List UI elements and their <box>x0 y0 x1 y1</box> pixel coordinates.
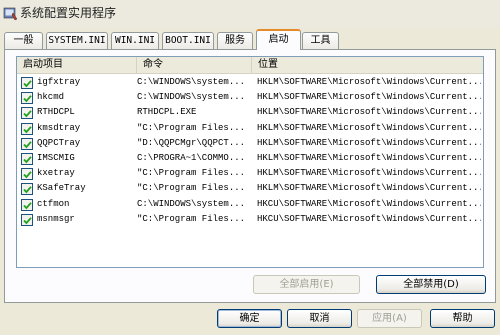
list-row[interactable]: msnmsgr "C:\Program Files... HKCU\SOFTWA… <box>17 212 483 227</box>
item-command: C:\WINDOWS\system... <box>137 198 246 209</box>
item-location: HKLM\SOFTWARE\Microsoft\Windows\Current.… <box>257 107 481 118</box>
column-header-command[interactable]: 命令 <box>137 57 252 74</box>
list-row[interactable]: RTHDCPL RTHDCPL.EXE HKLM\SOFTWARE\Micros… <box>17 105 483 120</box>
checkbox[interactable] <box>21 183 33 196</box>
item-name: KSafeTray <box>37 183 86 194</box>
item-name: IMSCMIG <box>37 152 75 163</box>
item-command: C:\WINDOWS\system... <box>137 77 246 87</box>
item-location: HKLM\SOFTWARE\Microsoft\Windows\Current.… <box>257 92 481 103</box>
item-name: kmsdtray <box>37 122 81 133</box>
tab-tools[interactable]: 工具 <box>302 32 339 49</box>
item-name: QQPCTray <box>37 137 81 148</box>
list-header: 启动项目 命令 位置 <box>17 57 483 74</box>
tab-strip: 一般 SYSTEM.INI WIN.INI BOOT.INI 服务 启动 工具 <box>4 29 496 50</box>
checkbox[interactable] <box>21 107 33 120</box>
item-command: C:\WINDOWS\system... <box>137 92 246 103</box>
checkbox[interactable] <box>21 92 33 105</box>
item-name: hkcmd <box>37 92 65 103</box>
item-command: "C:\Program Files... <box>137 183 246 194</box>
enable-all-button[interactable]: 全部启用(E) <box>253 275 360 294</box>
item-name: RTHDCPL <box>37 107 75 118</box>
startup-list[interactable]: 启动项目 命令 位置 igfxtray C:\WINDOWS\system...… <box>16 56 484 268</box>
disable-all-button[interactable]: 全部禁用(D) <box>376 275 486 294</box>
tab-general[interactable]: 一般 <box>4 32 43 49</box>
item-location: HKLM\SOFTWARE\Microsoft\Windows\Current.… <box>257 152 481 163</box>
item-location: HKLM\SOFTWARE\Microsoft\Windows\Current.… <box>257 77 481 87</box>
msconfig-app-icon <box>3 6 18 21</box>
list-rows: igfxtray C:\WINDOWS\system... HKLM\SOFTW… <box>17 75 483 227</box>
checkbox[interactable] <box>21 77 33 89</box>
item-name: ctfmon <box>37 198 70 209</box>
checkbox[interactable] <box>21 198 33 211</box>
item-location: HKCU\SOFTWARE\Microsoft\Windows\Current.… <box>257 213 481 224</box>
checkbox[interactable] <box>21 213 33 226</box>
checkbox[interactable] <box>21 137 33 150</box>
item-name: kxetray <box>37 168 75 179</box>
item-location: HKLM\SOFTWARE\Microsoft\Windows\Current.… <box>257 122 481 133</box>
window-title: 系统配置实用程序 <box>20 6 117 20</box>
item-command: "D:\QQPCMgr\QQPCT... <box>137 137 246 148</box>
item-command: RTHDCPL.EXE <box>137 107 197 118</box>
list-row[interactable]: ctfmon C:\WINDOWS\system... HKCU\SOFTWAR… <box>17 197 483 212</box>
column-header-item[interactable]: 启动项目 <box>17 57 137 74</box>
checkbox[interactable] <box>21 122 33 135</box>
item-name: igfxtray <box>37 77 81 87</box>
cancel-button[interactable]: 取消 <box>287 309 352 328</box>
list-row[interactable]: kxetray "C:\Program Files... HKLM\SOFTWA… <box>17 166 483 181</box>
list-row[interactable]: hkcmd C:\WINDOWS\system... HKLM\SOFTWARE… <box>17 90 483 105</box>
list-row[interactable]: QQPCTray "D:\QQPCMgr\QQPCT... HKLM\SOFTW… <box>17 136 483 151</box>
list-row[interactable]: kmsdtray "C:\Program Files... HKLM\SOFTW… <box>17 121 483 136</box>
checkbox[interactable] <box>21 152 33 165</box>
ok-button[interactable]: 确定 <box>217 309 282 328</box>
list-row[interactable]: igfxtray C:\WINDOWS\system... HKLM\SOFTW… <box>17 75 483 90</box>
item-command: "C:\Program Files... <box>137 168 246 179</box>
apply-button[interactable]: 应用(A) <box>357 309 422 328</box>
list-row[interactable]: IMSCMIG C:\PROGRA~1\COMMO... HKLM\SOFTWA… <box>17 151 483 166</box>
tab-system-ini[interactable]: SYSTEM.INI <box>46 32 108 49</box>
column-header-location[interactable]: 位置 <box>252 57 483 74</box>
tab-win-ini[interactable]: WIN.INI <box>111 32 159 49</box>
item-name: msnmsgr <box>37 213 75 224</box>
item-location: HKLM\SOFTWARE\Microsoft\Windows\Current.… <box>257 137 481 148</box>
checkbox[interactable] <box>21 168 33 181</box>
title-bar[interactable]: 系统配置实用程序 <box>0 0 500 28</box>
item-command: "C:\Program Files... <box>137 122 246 133</box>
tab-boot-ini[interactable]: BOOT.INI <box>162 32 214 49</box>
item-command: "C:\Program Files... <box>137 213 246 224</box>
tab-services[interactable]: 服务 <box>217 32 253 49</box>
item-command: C:\PROGRA~1\COMMO... <box>137 152 246 163</box>
help-button[interactable]: 帮助 <box>430 309 495 328</box>
item-location: HKLM\SOFTWARE\Microsoft\Windows\Current.… <box>257 168 481 179</box>
tab-startup[interactable]: 启动 <box>256 29 301 50</box>
item-location: HKCU\SOFTWARE\Microsoft\Windows\Current.… <box>257 198 481 209</box>
list-row[interactable]: KSafeTray "C:\Program Files... HKLM\SOFT… <box>17 181 483 196</box>
item-location: HKLM\SOFTWARE\Microsoft\Windows\Current.… <box>257 183 481 194</box>
